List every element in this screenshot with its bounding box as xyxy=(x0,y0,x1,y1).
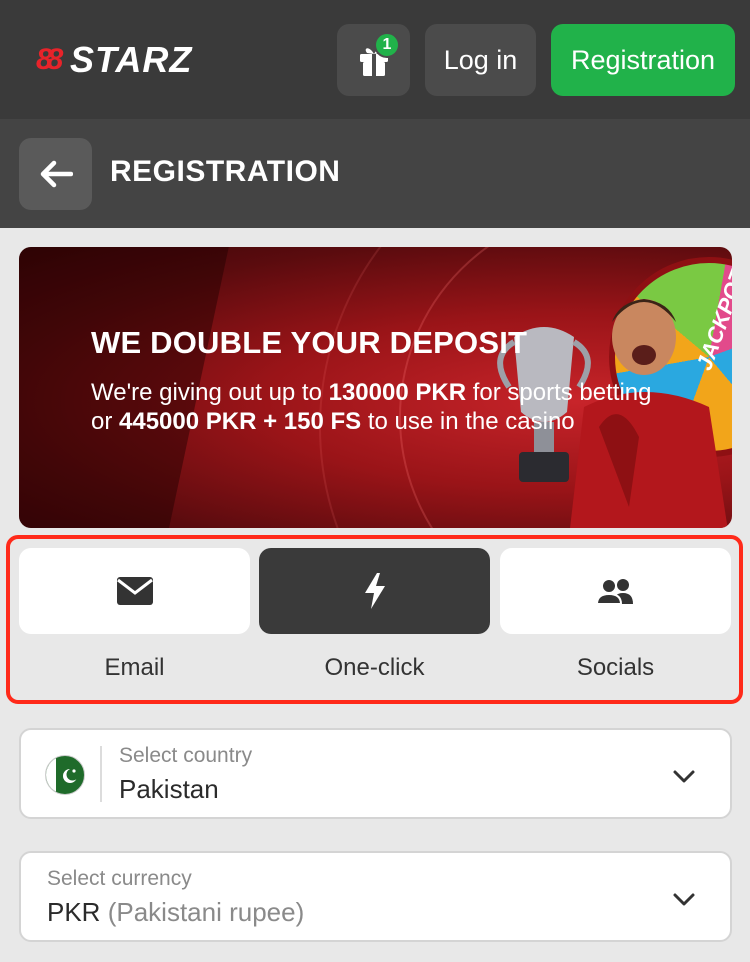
banner-title: WE DOUBLE YOUR DEPOSIT xyxy=(91,325,528,360)
currency-select[interactable]: Select currency PKR (Pakistani rupee) xyxy=(19,851,732,942)
logo[interactable]: 88 STARZ xyxy=(36,39,193,80)
arrow-left-icon xyxy=(40,160,73,188)
pakistan-flag-icon xyxy=(45,755,85,795)
logo-text: STARZ xyxy=(70,39,193,80)
currency-code: PKR xyxy=(47,897,101,927)
banner-sports-amount: 130000 PKR xyxy=(328,379,467,406)
country-label: Select country xyxy=(119,744,253,767)
banner-text-part: to use in the casino xyxy=(361,408,575,435)
banner-text-part: for sports betting xyxy=(466,379,652,406)
country-select[interactable]: Select country Pakistan xyxy=(19,728,732,819)
logo-mark: 88 xyxy=(36,43,68,77)
login-button[interactable]: Log in xyxy=(425,24,536,96)
currency-name: (Pakistani rupee) xyxy=(107,897,305,927)
currency-label: Select currency xyxy=(47,867,192,890)
chevron-down-icon xyxy=(673,893,695,906)
banner-text: We're giving out up to 130000 PKR for sp… xyxy=(91,378,711,436)
back-button[interactable] xyxy=(19,138,92,210)
tab-email-label[interactable]: Email xyxy=(19,654,250,682)
country-value: Pakistan xyxy=(119,774,219,804)
registration-button[interactable]: Registration xyxy=(551,24,735,96)
gift-button[interactable]: 1 xyxy=(337,24,410,96)
users-icon xyxy=(595,578,633,605)
top-bar: 88 STARZ 1 Log in Registration xyxy=(0,0,750,119)
promo-banner[interactable]: JACKPOT WE DOUBLE YOUR DEPOSIT We're giv… xyxy=(19,247,732,528)
gift-count-badge: 1 xyxy=(374,32,400,58)
currency-value: PKR (Pakistani rupee) xyxy=(47,897,304,928)
banner-casino-amount: 445000 PKR + 150 FS xyxy=(119,408,362,435)
tab-socials[interactable] xyxy=(500,548,731,634)
chevron-down-icon xyxy=(673,770,695,783)
tab-one-click[interactable] xyxy=(259,548,490,634)
tab-email[interactable] xyxy=(19,548,250,634)
envelope-icon xyxy=(116,577,153,605)
tab-socials-label[interactable]: Socials xyxy=(500,654,731,682)
lightning-icon xyxy=(364,573,385,609)
banner-text-part: We're giving out up to xyxy=(91,379,329,406)
logo-mark-text: 88 xyxy=(36,43,63,76)
page-header: REGISTRATION xyxy=(0,119,750,228)
tab-one-click-label[interactable]: One-click xyxy=(259,654,490,682)
field-divider xyxy=(100,746,102,802)
page-title: REGISTRATION xyxy=(110,155,341,188)
banner-text-part: or xyxy=(91,408,120,435)
